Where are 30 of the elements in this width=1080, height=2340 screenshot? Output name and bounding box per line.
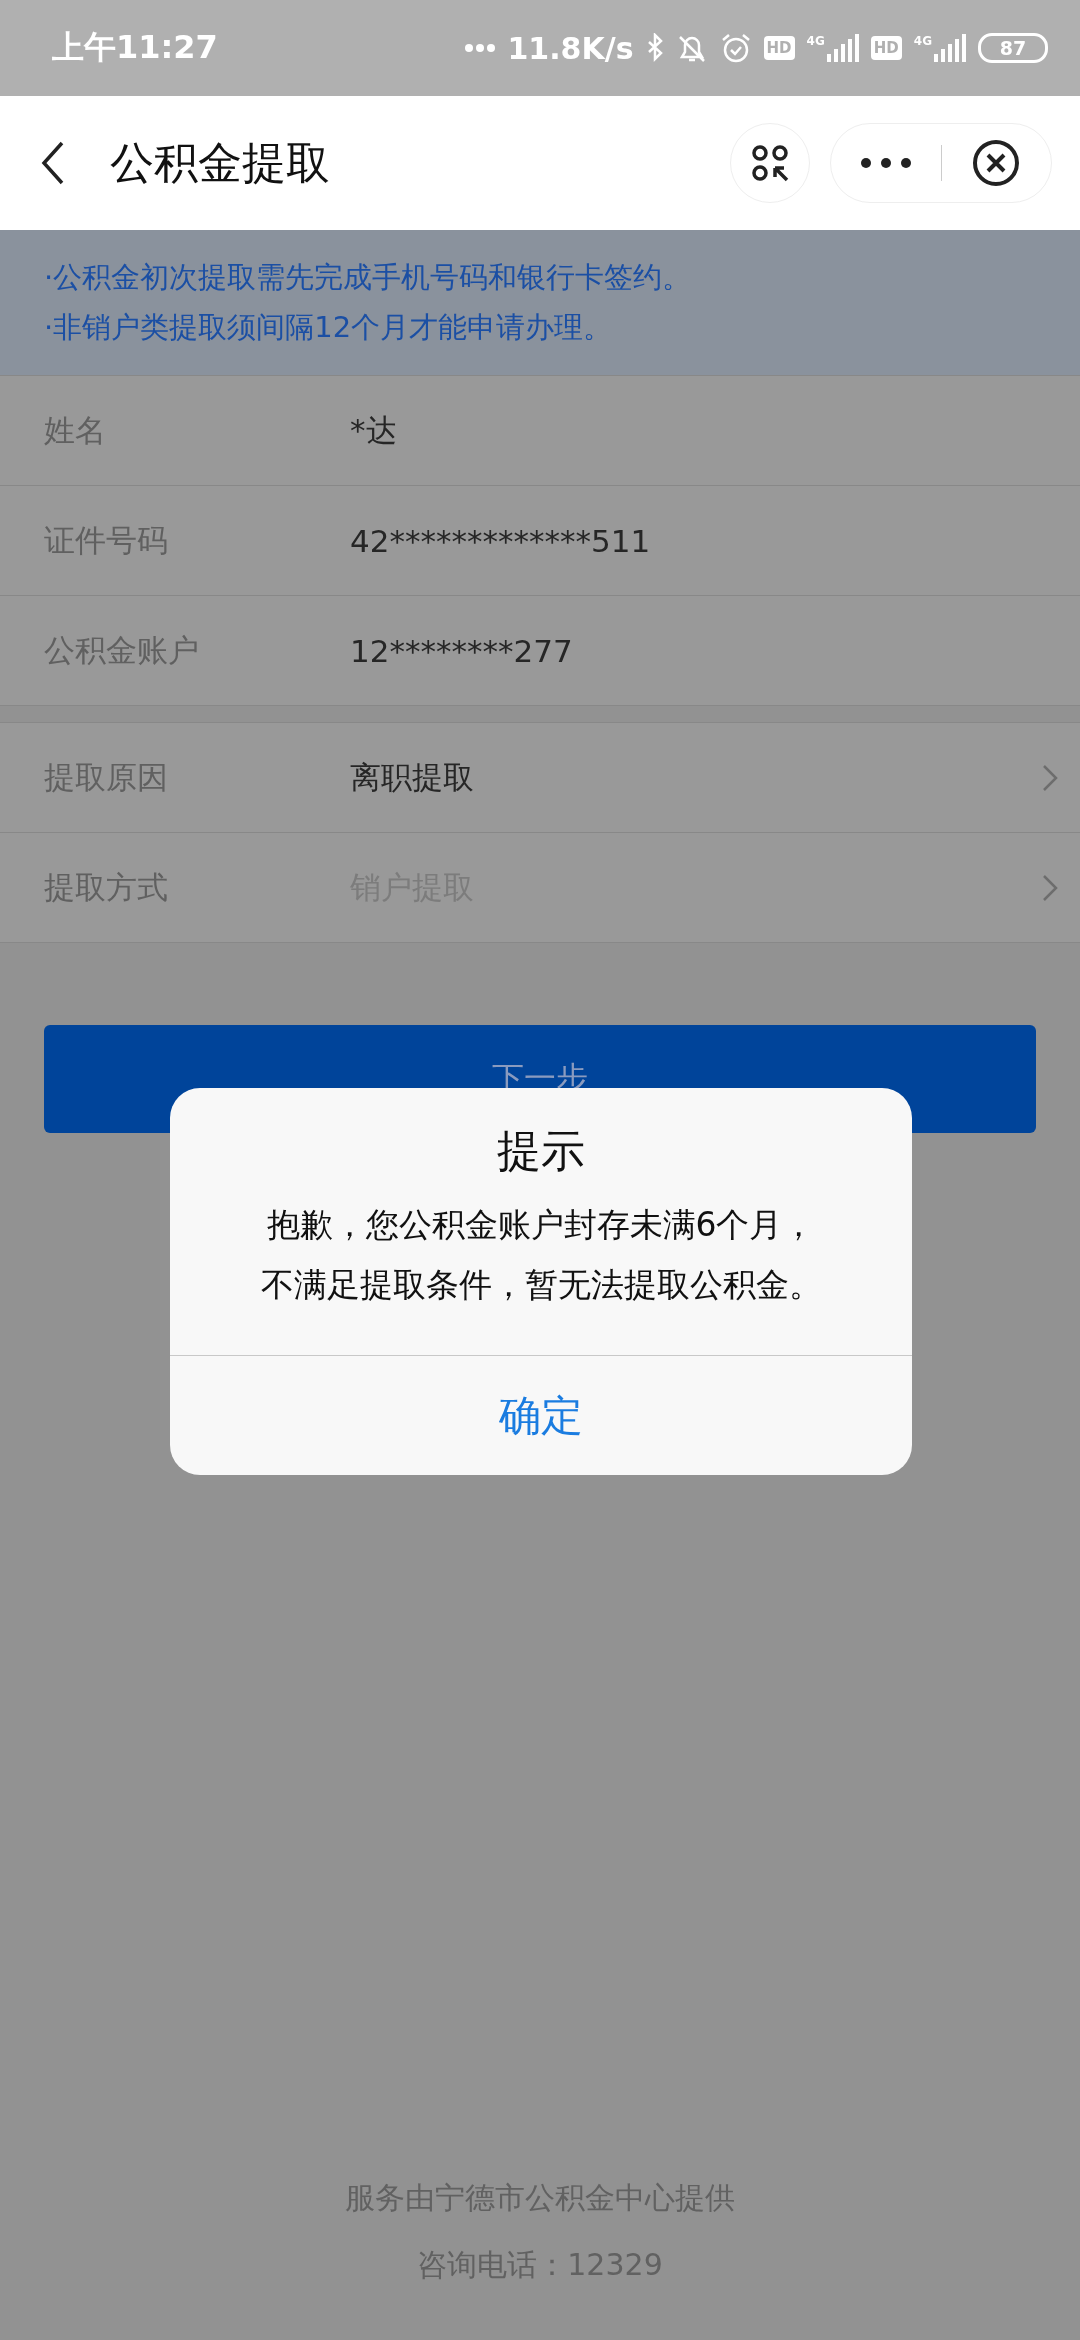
notice-text: ·非销户类提取须间隔12个月才能申请办理。 <box>44 308 614 346</box>
network-label: 4G <box>806 34 825 48</box>
field-label: 证件号码 <box>44 520 169 560</box>
field-value: 离职提取 <box>350 757 475 797</box>
confirm-button[interactable]: 确定 <box>170 1355 912 1475</box>
dialog-message: 不满足提取条件，暂无法提取公积金。 <box>260 1264 822 1306</box>
back-icon <box>40 139 66 187</box>
notice-text: ·公积金初次提取需先完成手机号码和银行卡签约。 <box>44 258 693 296</box>
page-title: 公积金提取 <box>110 135 331 190</box>
field-label: 公积金账户 <box>44 630 200 670</box>
network-label: 4G <box>913 34 932 48</box>
battery-level: 87 <box>978 33 1048 63</box>
hd-badge: HD <box>763 36 795 60</box>
status-time: 上午11:27 <box>52 27 219 68</box>
circles-arrow-icon <box>751 144 789 182</box>
back-button[interactable] <box>40 139 66 187</box>
signal-icon <box>934 34 966 62</box>
close-icon <box>972 139 1021 187</box>
dialog-message: 抱歉，您公积金账户封存未满6个月， <box>266 1204 816 1246</box>
field-label: 提取方式 <box>44 867 169 907</box>
field-label: 姓名 <box>44 410 107 450</box>
signal-icon <box>826 34 859 62</box>
field-value: 12********277 <box>350 632 574 669</box>
more-icon <box>860 158 911 168</box>
dots-icon <box>465 44 496 52</box>
network-speed: 11.8K/s <box>507 30 634 66</box>
hd-badge: HD <box>870 36 902 60</box>
field-value: 42*************511 <box>350 522 652 559</box>
field-label: 提取原因 <box>44 757 169 797</box>
field-value: *达 <box>350 410 398 450</box>
